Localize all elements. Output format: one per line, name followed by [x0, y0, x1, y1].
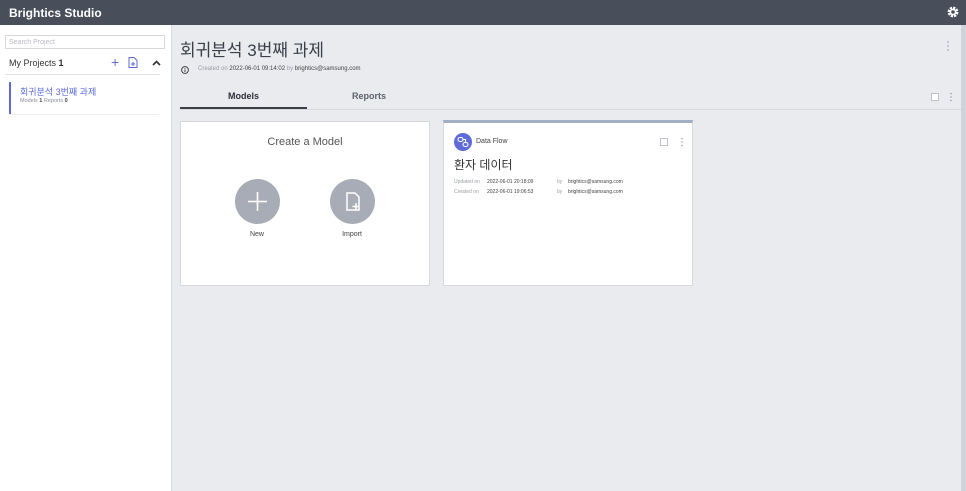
model-select-checkbox[interactable] — [660, 138, 668, 146]
import-file-icon — [346, 192, 360, 211]
project-created-info: Created on 2022-06-01 09:14:02 by bright… — [198, 66, 361, 72]
project-reports-label: Reports — [43, 98, 64, 104]
add-project-icon[interactable]: + — [111, 55, 119, 69]
my-projects-count: 1 — [58, 58, 64, 68]
tab-models[interactable]: Models — [228, 91, 259, 101]
more-vertical-icon[interactable] — [946, 40, 950, 52]
sidebar: My Projects 1 + 회귀분석 3번째 과제 Models 1 Rep… — [0, 25, 172, 491]
divider — [5, 74, 160, 75]
more-vertical-icon[interactable] — [680, 137, 684, 147]
select-all-checkbox[interactable] — [931, 93, 939, 101]
created-by-label: by — [286, 66, 294, 72]
top-bar: Brightics Studio — [0, 0, 966, 25]
new-model-label: New — [249, 231, 264, 238]
search-project-input[interactable] — [5, 35, 165, 49]
project-models-count: 1 — [39, 98, 43, 104]
updated-by-user: brightics@samsung.com — [568, 179, 623, 185]
app-logo[interactable]: Brightics Studio — [9, 6, 102, 20]
project-reports-count: 0 — [64, 98, 68, 104]
scrollbar[interactable] — [961, 25, 966, 491]
more-vertical-icon[interactable] — [949, 92, 953, 102]
import-model-label: Import — [342, 231, 362, 238]
divider — [9, 114, 159, 115]
gear-icon[interactable] — [945, 4, 961, 20]
my-projects-label: My Projects — [9, 58, 57, 68]
chevron-up-icon[interactable] — [152, 60, 161, 66]
project-models-label: Models — [20, 98, 38, 104]
model-type-label: Data Flow — [476, 138, 508, 145]
model-updated-row: Updated on 2022-06-01 20:18:09 by brightics… — [454, 179, 623, 185]
sidebar-project-item[interactable]: 회귀분석 3번째 과제 Models 1 Reports 0 — [9, 82, 159, 114]
created-label: Created on — [454, 189, 479, 195]
create-model-card: Create a Model New Import — [180, 121, 430, 286]
model-created-by-user: brightics@samsung.com — [568, 189, 623, 195]
created-date: 2022-06-01 09:14:02 — [229, 66, 286, 72]
import-project-icon[interactable] — [128, 57, 138, 68]
project-item-meta: Models 1 Reports 0 — [20, 98, 68, 104]
new-model-button[interactable] — [235, 179, 280, 224]
page-title: 회귀분석 3번째 과제 — [180, 41, 325, 60]
import-model-button[interactable] — [330, 179, 375, 224]
created-prefix: Created on — [198, 66, 228, 72]
my-projects-header: My Projects 1 — [9, 58, 64, 68]
created-by-label: by — [557, 189, 563, 195]
updated-by-label: by — [557, 179, 563, 185]
model-created-row: Created on 2022-06-01 19:06:53 by brightics… — [454, 189, 623, 195]
info-icon — [181, 66, 189, 74]
updated-label: Updated on — [454, 179, 480, 185]
model-card[interactable]: Data Flow 환자 데이터 Updated on 2022-06-01 20… — [443, 120, 693, 286]
updated-date: 2022-06-01 20:18:09 — [487, 179, 534, 185]
model-created-date: 2022-06-01 19:06:53 — [487, 189, 534, 195]
model-name[interactable]: 환자 데이터 — [454, 156, 513, 173]
tab-reports[interactable]: Reports — [352, 91, 386, 101]
plus-icon — [248, 192, 267, 211]
data-flow-icon — [454, 133, 472, 151]
tab-divider — [180, 109, 961, 110]
created-by-user: brightics@samsung.com — [294, 66, 361, 72]
project-item-name[interactable]: 회귀분석 3번째 과제 — [20, 85, 96, 98]
create-model-title: Create a Model — [267, 136, 343, 148]
